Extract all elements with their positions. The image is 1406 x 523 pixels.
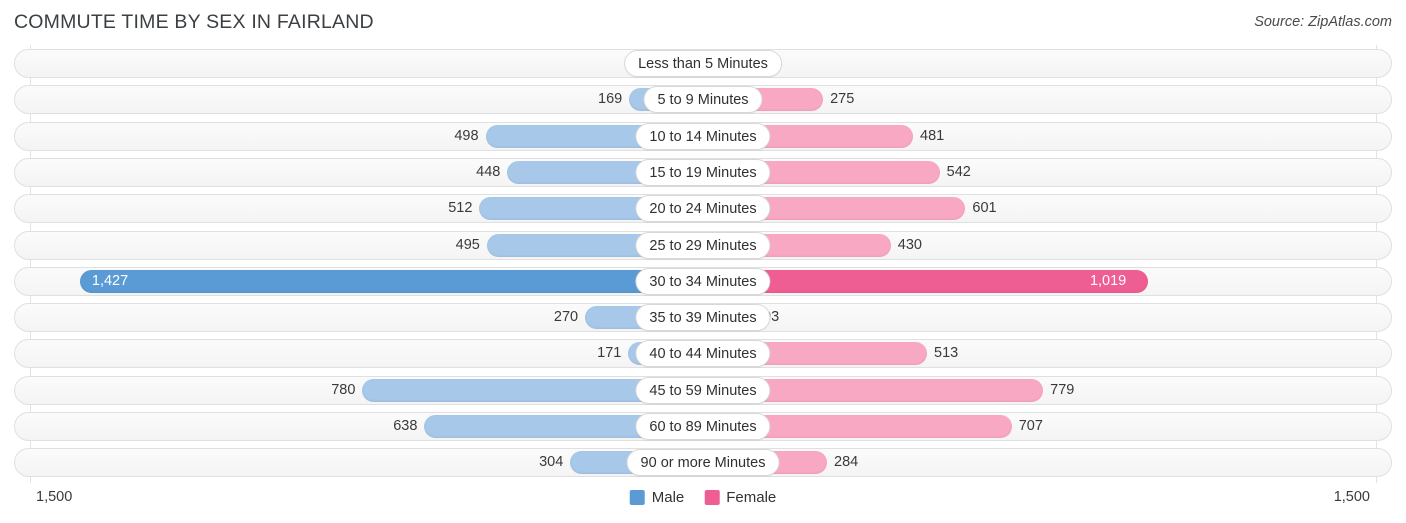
bar-value-female: 481 bbox=[920, 127, 945, 144]
bar-row: 780 779 45 to 59 Minutes bbox=[14, 375, 1392, 405]
bar-value-female: 707 bbox=[1018, 418, 1043, 434]
axis-tick-right: 1,500 bbox=[1333, 489, 1370, 505]
chart-footer: 1,500 Male Female 1,500 bbox=[0, 483, 1406, 523]
bar-value-male: 780 bbox=[331, 381, 356, 398]
chart-header: COMMUTE TIME BY SEX IN FAIRLAND Source: … bbox=[0, 0, 1406, 45]
bar-row: 638 707 60 to 89 Minutes bbox=[14, 412, 1392, 441]
category-label-pill: 35 to 39 Minutes bbox=[635, 304, 771, 332]
bar-value-female: 513 bbox=[934, 345, 959, 362]
bar-male[interactable] bbox=[79, 269, 703, 293]
category-label-pill: 25 to 29 Minutes bbox=[635, 231, 771, 259]
bar-row: 169 275 5 to 9 Minutes bbox=[14, 85, 1392, 115]
bar-value-male: 638 bbox=[393, 418, 418, 434]
category-label-pill: 30 to 34 Minutes bbox=[635, 267, 771, 295]
bar-value-male: 270 bbox=[553, 309, 579, 326]
chart-legend: Male Female bbox=[629, 489, 776, 506]
source-attribution: Source: ZipAtlas.com bbox=[1254, 14, 1392, 30]
bar-value-female: 1,019 bbox=[1089, 272, 1127, 289]
bar-value-female: 430 bbox=[897, 236, 922, 253]
category-label-pill: Less than 5 Minutes bbox=[624, 50, 782, 77]
legend-swatch-icon bbox=[704, 490, 720, 505]
bar-row: 6128Less than 5 Minutes bbox=[14, 49, 1392, 78]
bar-value-male: 495 bbox=[455, 236, 480, 253]
category-label-pill: 5 to 9 Minutes bbox=[643, 86, 763, 114]
bar-value-male: 304 bbox=[539, 454, 564, 471]
page-title: COMMUTE TIME BY SEX IN FAIRLAND bbox=[14, 11, 374, 33]
category-label-pill: 40 to 44 Minutes bbox=[635, 340, 771, 368]
category-label-pill: 60 to 89 Minutes bbox=[635, 413, 771, 440]
chart-plot-area: 6128Less than 5 Minutes 169 275 5 to 9 Minu… bbox=[0, 45, 1406, 483]
bar-row: 512 601 20 to 24 Minutes bbox=[14, 194, 1392, 224]
axis-tick-left: 1,500 bbox=[36, 489, 73, 505]
legend-swatch-icon bbox=[629, 490, 645, 505]
bar-value-male: 512 bbox=[448, 200, 473, 217]
category-label-pill: 45 to 59 Minutes bbox=[635, 376, 771, 404]
bar-value-female: 601 bbox=[972, 200, 997, 217]
bar-value-male: 1,427 bbox=[91, 272, 129, 289]
legend-label: Female bbox=[726, 489, 777, 506]
bar-value-female: 542 bbox=[946, 163, 971, 180]
bar-value-male: 498 bbox=[454, 127, 479, 144]
bar-row: 448 542 15 to 19 Minutes bbox=[14, 157, 1392, 187]
bar-row: 498 481 10 to 14 Minutes bbox=[14, 121, 1392, 151]
bar-value-male: 169 bbox=[598, 91, 623, 108]
bar-row: 304 284 90 or more Minutes bbox=[14, 448, 1392, 478]
legend-item[interactable]: Male bbox=[629, 489, 685, 506]
bar-row: 495 430 25 to 29 Minutes bbox=[14, 230, 1392, 260]
bar-row: 171 513 40 to 44 Minutes bbox=[14, 339, 1392, 369]
bar-row: 1,427 1,019 30 to 34 Minutes bbox=[14, 266, 1392, 296]
bar-value-female: 284 bbox=[834, 454, 859, 471]
bar-value-male: 171 bbox=[597, 345, 622, 362]
category-label-pill: 10 to 14 Minutes bbox=[635, 122, 771, 150]
bar-value-male: 448 bbox=[476, 163, 501, 180]
legend-label: Male bbox=[651, 489, 685, 506]
bar-value-female: 779 bbox=[1050, 381, 1075, 398]
bar-value-female: 275 bbox=[830, 91, 855, 108]
bar-rows-container: 6128Less than 5 Minutes 169 275 5 to 9 Minu… bbox=[0, 45, 1406, 483]
legend-item[interactable]: Female bbox=[704, 489, 776, 506]
bar-row: 27010335 to 39 Minutes bbox=[14, 303, 1392, 333]
category-label-pill: 90 or more Minutes bbox=[626, 449, 780, 477]
category-label-pill: 15 to 19 Minutes bbox=[635, 158, 771, 186]
category-label-pill: 20 to 24 Minutes bbox=[635, 195, 771, 223]
